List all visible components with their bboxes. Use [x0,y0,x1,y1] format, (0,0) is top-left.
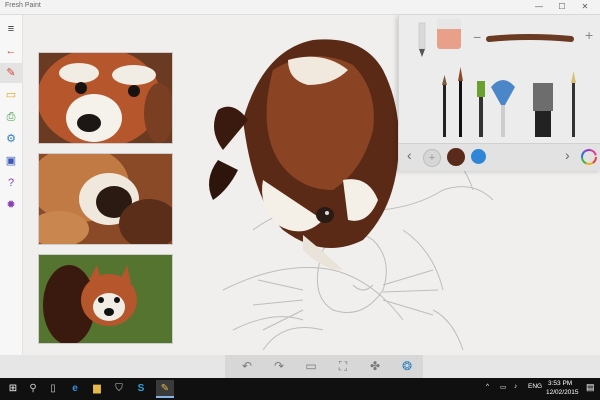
pencil-tool-icon[interactable] [418,22,426,57]
fan-button[interactable]: ✤ [361,355,389,378]
wide-brush-icon[interactable] [533,83,553,137]
reference-photo-full[interactable] [38,254,173,344]
brush-size-slider[interactable] [486,34,574,42]
open-icon[interactable]: ▭ [0,85,22,105]
flat-brush-icon[interactable] [477,81,485,137]
notifications-icon[interactable]: ▤ [586,382,595,393]
fan-brush-icon[interactable] [491,80,515,137]
edge-icon[interactable]: e [66,380,84,398]
print-icon[interactable]: ⎙ [0,107,22,127]
save-icon[interactable]: ▣ [0,151,22,171]
palette-next-button[interactable]: › [565,147,570,163]
title-bar: Fresh Paint — ☐ ✕ [0,0,600,15]
palette-prev-button[interactable]: ‹ [407,147,412,163]
palette-row: ‹ + › [399,143,600,171]
network-icon[interactable]: ▭ [500,383,506,391]
hamburger-menu-icon[interactable]: ≡ [0,19,22,39]
maximize-button[interactable]: ☐ [551,0,573,14]
fine-brush-icon[interactable] [458,67,463,137]
clock-date[interactable]: 12/02/2015 [546,389,579,396]
new-page-icon[interactable]: ✎ [0,63,22,83]
fresh-paint-taskbar-icon[interactable]: ✎ [156,380,174,398]
add-color-button[interactable]: + [423,149,441,167]
brush-panel: − + ‹ + › [398,15,600,171]
color-swatch-blue[interactable] [471,149,486,164]
undo-button[interactable]: ↶ [233,355,261,378]
increase-size-button[interactable]: + [585,27,593,43]
settings-icon[interactable]: ✹ [0,195,22,215]
clock-time[interactable]: 3:53 PM [548,380,572,387]
reference-photo-face[interactable] [38,52,173,144]
canvas-button[interactable]: ▭ [297,355,325,378]
redo-button[interactable]: ↷ [265,355,293,378]
app-sidebar: ≡ ← ✎ ▭ ⎙ ⚙ ▣ ? ✹ [0,15,23,377]
volume-icon[interactable]: ♪ [514,383,517,390]
color-wheel-icon[interactable] [581,149,597,165]
minimize-button[interactable]: — [528,0,550,14]
round-brush-icon[interactable] [442,75,447,137]
fit-to-screen-button[interactable]: ⛶ [329,355,357,378]
detail-brush-icon[interactable] [571,71,576,137]
file-explorer-icon[interactable]: ▆ [88,380,106,398]
windows-taskbar: ⊞ ⚲ ▯ e ▆ ⛉ S ✎ ^ ▭ ♪ ENG 3:53 PM 12/02/… [0,378,600,400]
color-swatch-brown[interactable] [447,148,465,166]
start-button-icon[interactable]: ⊞ [4,380,22,398]
task-view-icon[interactable]: ▯ [44,380,62,398]
window-title: Fresh Paint [5,2,41,9]
close-button[interactable]: ✕ [574,0,596,14]
search-icon[interactable]: ⚲ [24,380,42,398]
eraser-tool-icon[interactable] [437,19,461,49]
bottom-toolbar: ↶ ↷ ▭ ⛶ ✤ ❂ [225,355,423,378]
gallery-button[interactable]: ❂ [393,355,421,378]
language-indicator[interactable]: ENG [528,383,542,390]
back-arrow-icon[interactable]: ← [0,41,22,61]
reference-photo-fur[interactable] [38,153,173,245]
store-icon[interactable]: ⛉ [110,380,128,398]
skype-icon[interactable]: S [132,380,150,398]
decrease-size-button[interactable]: − [473,29,481,45]
help-icon[interactable]: ? [0,173,22,193]
share-icon[interactable]: ⚙ [0,129,22,149]
tray-overflow-icon[interactable]: ^ [486,383,489,390]
